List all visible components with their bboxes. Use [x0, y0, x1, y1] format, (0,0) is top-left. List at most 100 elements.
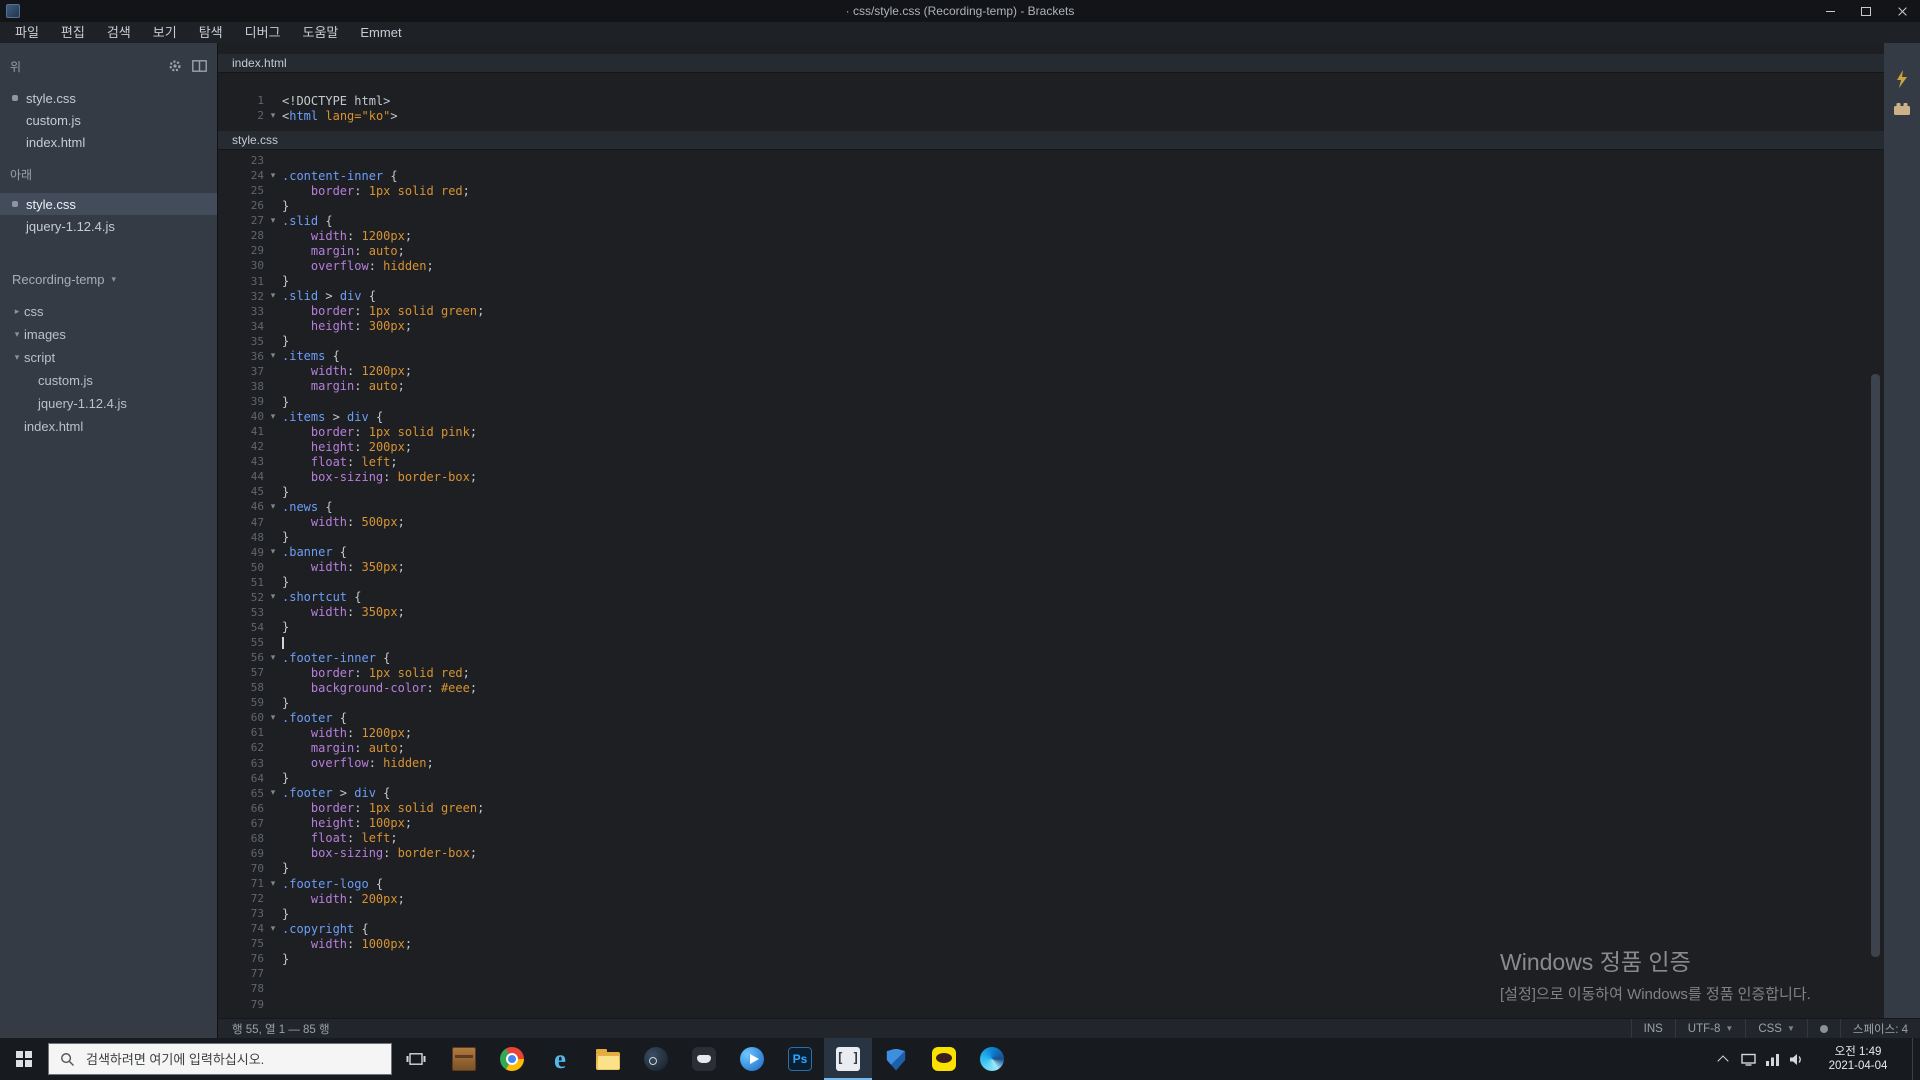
fold-arrow-icon[interactable]: ▾ [264, 653, 282, 663]
code-line-68[interactable]: 68 float: left; [218, 831, 1884, 846]
encoding-selector[interactable]: UTF-8 ▼ [1674, 1019, 1746, 1038]
lint-status[interactable] [1806, 1019, 1840, 1038]
code-line-77[interactable]: 77 [218, 966, 1884, 981]
code-line-36[interactable]: 36 ▾ .items { [218, 349, 1884, 364]
file-item-style.css[interactable]: style.css [0, 87, 217, 109]
file-item-custom.js[interactable]: custom.js [0, 109, 217, 131]
code-line-75[interactable]: 75 width: 1000px; [218, 936, 1884, 951]
taskbar-app-kakaotalk[interactable] [920, 1038, 968, 1080]
code-line-54[interactable]: 54} [218, 620, 1884, 635]
editor-scrollbar-thumb[interactable] [1871, 374, 1880, 957]
menu-emmet[interactable]: Emmet [349, 22, 412, 43]
fold-arrow-icon[interactable]: ▾ [264, 788, 282, 798]
code-line-62[interactable]: 62 margin: auto; [218, 740, 1884, 755]
fold-arrow-icon[interactable]: ▾ [264, 351, 282, 361]
cursor-position-status[interactable]: 행 55, 열 1 — 85 행 [232, 1021, 330, 1037]
code-line-38[interactable]: 38 margin: auto; [218, 379, 1884, 394]
code-line-48[interactable]: 48} [218, 530, 1884, 545]
code-line-76[interactable]: 76} [218, 951, 1884, 966]
project-dropdown[interactable]: Recording-temp ▾ [0, 268, 217, 290]
fold-arrow-icon[interactable]: ▾ [264, 879, 282, 889]
code-line-2[interactable]: 2 ▾ <html lang="ko"> [218, 108, 1884, 123]
minimize-button[interactable] [1812, 0, 1848, 22]
code-line-69[interactable]: 69 box-sizing: border-box; [218, 846, 1884, 861]
code-line-24[interactable]: 24 ▾ .content-inner { [218, 168, 1884, 183]
code-line-35[interactable]: 35} [218, 334, 1884, 349]
tray-network-item[interactable] [1760, 1053, 1784, 1066]
live-preview-lightning-icon[interactable] [1895, 70, 1909, 88]
fold-arrow-icon[interactable]: ▾ [264, 547, 282, 557]
code-line-67[interactable]: 67 height: 100px; [218, 816, 1884, 831]
code-line-1[interactable]: 1 <!DOCTYPE html> [218, 93, 1884, 108]
code-line-60[interactable]: 60 ▾ .footer { [218, 710, 1884, 725]
code-line-70[interactable]: 70} [218, 861, 1884, 876]
code-line-25[interactable]: 25 border: 1px solid red; [218, 183, 1884, 198]
code-line-63[interactable]: 63 overflow: hidden; [218, 756, 1884, 771]
code-line-39[interactable]: 39} [218, 394, 1884, 409]
fold-arrow-icon[interactable]: ▾ [264, 592, 282, 602]
taskbar-app-steam[interactable] [632, 1038, 680, 1080]
show-desktop-button[interactable] [1912, 1038, 1920, 1080]
code-line-58[interactable]: 58 background-color: #eee; [218, 680, 1884, 695]
folder-arrow-icon[interactable]: ▸ [10, 306, 24, 317]
code-line-73[interactable]: 73} [218, 906, 1884, 921]
code-line-79[interactable]: 79 [218, 997, 1884, 1012]
code-line-37[interactable]: 37 width: 1200px; [218, 364, 1884, 379]
code-line-59[interactable]: 59} [218, 695, 1884, 710]
code-line-23[interactable]: 23 [218, 153, 1884, 168]
code-line-47[interactable]: 47 width: 500px; [218, 515, 1884, 530]
file-item-style.css[interactable]: style.css [0, 193, 217, 215]
maximize-button[interactable] [1848, 0, 1884, 22]
code-line-46[interactable]: 46 ▾ .news { [218, 499, 1884, 514]
insert-mode-indicator[interactable]: INS [1630, 1019, 1675, 1038]
taskbar-app-brackets[interactable] [824, 1038, 872, 1080]
code-line-42[interactable]: 42 height: 200px; [218, 439, 1884, 454]
code-line-65[interactable]: 65 ▾ .footer > div { [218, 786, 1884, 801]
tray-display-item[interactable] [1736, 1053, 1760, 1066]
code-line-66[interactable]: 66 border: 1px solid green; [218, 801, 1884, 816]
code-line-53[interactable]: 53 width: 350px; [218, 605, 1884, 620]
code-line-33[interactable]: 33 border: 1px solid green; [218, 304, 1884, 319]
fold-arrow-icon[interactable]: ▾ [264, 502, 282, 512]
menu-debug[interactable]: 디버그 [234, 22, 292, 43]
extension-manager-brick-icon[interactable] [1893, 102, 1911, 116]
menu-find[interactable]: 검색 [96, 22, 142, 43]
tree-file-jquery-1.12.4.js[interactable]: jquery-1.12.4.js [0, 392, 217, 415]
code-line-28[interactable]: 28 width: 1200px; [218, 228, 1884, 243]
code-line-41[interactable]: 41 border: 1px solid pink; [218, 424, 1884, 439]
taskbar-app-discord[interactable] [680, 1038, 728, 1080]
taskbar-app-chrome[interactable] [488, 1038, 536, 1080]
tree-file-custom.js[interactable]: custom.js [0, 369, 217, 392]
folder-arrow-icon[interactable]: ▾ [10, 352, 24, 363]
code-line-45[interactable]: 45} [218, 484, 1884, 499]
code-line-31[interactable]: 31} [218, 274, 1884, 289]
code-line-30[interactable]: 30 overflow: hidden; [218, 258, 1884, 273]
code-line-43[interactable]: 43 float: left; [218, 454, 1884, 469]
taskbar-app-defender[interactable] [872, 1038, 920, 1080]
task-view-button[interactable] [392, 1038, 440, 1080]
fold-arrow-icon[interactable]: ▾ [264, 412, 282, 422]
start-button[interactable] [0, 1038, 48, 1080]
code-line-50[interactable]: 50 width: 350px; [218, 560, 1884, 575]
fold-arrow-icon[interactable]: ▾ [264, 291, 282, 301]
folder-arrow-icon[interactable]: ▾ [10, 329, 24, 340]
code-line-34[interactable]: 34 height: 300px; [218, 319, 1884, 334]
tree-file-index.html[interactable]: index.html [0, 415, 217, 438]
code-line-29[interactable]: 29 margin: auto; [218, 243, 1884, 258]
tree-folder-images[interactable]: ▾ images [0, 323, 217, 346]
menu-help[interactable]: 도움말 [292, 22, 350, 43]
menu-file[interactable]: 파일 [4, 22, 50, 43]
indent-setting[interactable]: 스페이스: 4 [1839, 1019, 1920, 1038]
fold-arrow-icon[interactable]: ▾ [264, 216, 282, 226]
taskbar-search[interactable] [48, 1043, 392, 1075]
file-item-jquery-1.12.4.js[interactable]: jquery-1.12.4.js [0, 215, 217, 237]
code-line-71[interactable]: 71 ▾ .footer-logo { [218, 876, 1884, 891]
code-line-27[interactable]: 27 ▾ .slid { [218, 213, 1884, 228]
code-line-51[interactable]: 51} [218, 575, 1884, 590]
taskbar-clock[interactable]: 오전 1:49 2021-04-04 [1808, 1045, 1908, 1073]
code-line-26[interactable]: 26} [218, 198, 1884, 213]
code-line-52[interactable]: 52 ▾ .shortcut { [218, 590, 1884, 605]
taskbar-app-media-player[interactable] [728, 1038, 776, 1080]
taskbar-app-box-app[interactable] [440, 1038, 488, 1080]
menu-view[interactable]: 보기 [142, 22, 188, 43]
